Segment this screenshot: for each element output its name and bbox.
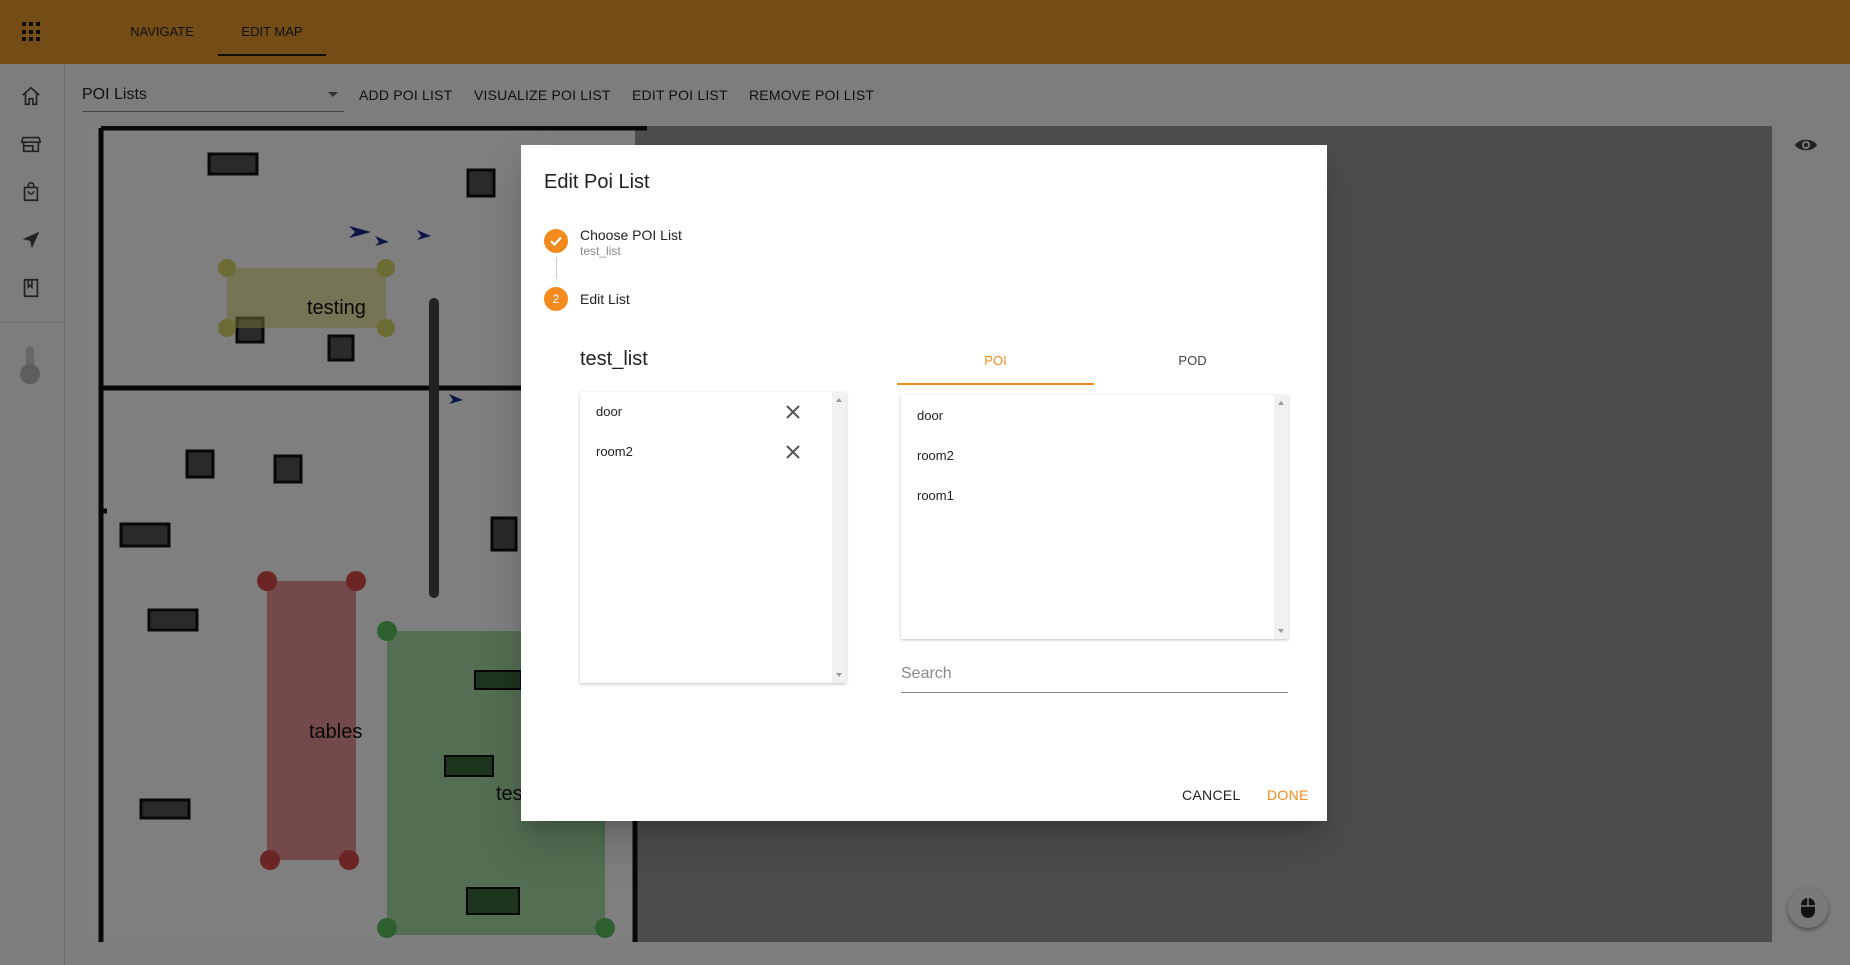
list-item[interactable]: door [901,395,1271,435]
step-2-number: 2 [544,287,568,311]
list-item-label: room2 [917,448,954,463]
check-icon [550,236,562,247]
search-field[interactable] [901,661,1288,693]
stepper-connector [556,257,557,279]
selected-poi-list[interactable]: door room2 [580,392,846,683]
list-item[interactable]: room2 [580,432,830,472]
close-icon[interactable] [784,403,802,421]
search-input[interactable] [901,665,1288,683]
list-item[interactable]: door [580,392,830,432]
list-item-label: door [917,408,944,423]
step-1-label[interactable]: Choose POI List [580,227,682,243]
step-2-label: Edit List [580,291,630,307]
list-item-label: room1 [917,488,954,503]
poi-pod-tabs: POI POD [897,337,1291,385]
list-scrollbar[interactable] [832,392,846,683]
list-title: test_list [580,348,648,370]
list-item[interactable]: room2 [901,435,1271,475]
step-1-sublabel: test_list [580,244,621,258]
tab-poi[interactable]: POI [897,337,1094,385]
tab-pod[interactable]: POD [1094,337,1291,385]
available-poi-list[interactable]: door room2 room1 [901,395,1288,639]
edit-poi-list-dialog: Edit Poi List Choose POI List test_list … [521,145,1327,821]
done-button[interactable]: DONE [1267,787,1309,803]
cancel-button[interactable]: CANCEL [1182,787,1241,803]
step-1-check[interactable] [544,229,568,253]
list-item[interactable]: room1 [901,475,1271,515]
list-item-label: room2 [596,444,633,459]
close-icon[interactable] [784,443,802,461]
dialog-title: Edit Poi List [544,171,650,193]
list-scrollbar[interactable] [1274,395,1288,639]
list-item-label: door [596,404,623,419]
